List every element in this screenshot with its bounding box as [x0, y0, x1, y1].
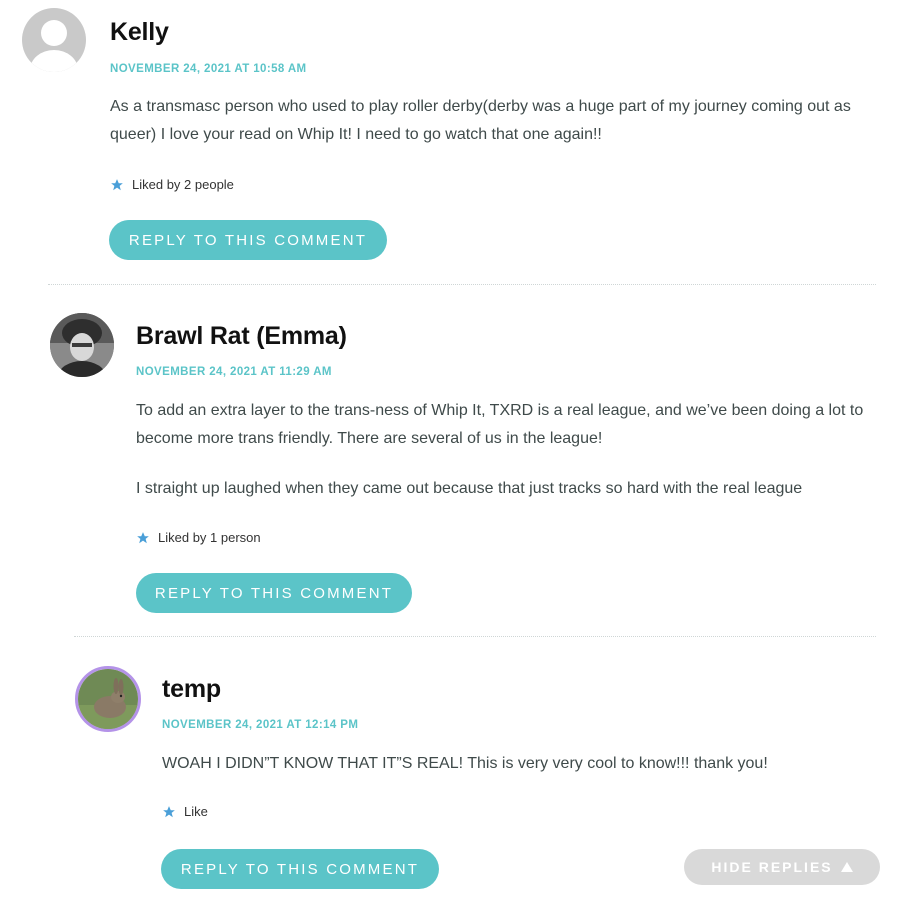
reply-button[interactable]: REPLY TO THIS COMMENT — [109, 220, 387, 260]
star-icon — [111, 178, 123, 190]
comment-text: As a transmasc person who used to play r… — [110, 98, 851, 143]
hide-replies-label: HIDE REPLIES — [711, 859, 833, 875]
user-photo-avatar[interactable] — [50, 313, 114, 377]
comment-date[interactable]: NOVEMBER 24, 2021 AT 10:58 AM — [110, 63, 307, 75]
reply-button[interactable]: REPLY TO THIS COMMENT — [136, 573, 412, 613]
reply-button[interactable]: REPLY TO THIS COMMENT — [161, 849, 439, 889]
default-avatar-icon[interactable] — [22, 8, 86, 72]
likes-info[interactable]: Liked by 2 people — [110, 177, 234, 192]
likes-label: Liked by 1 person — [158, 530, 261, 545]
rabbit-photo-avatar[interactable] — [75, 666, 141, 732]
comment-author[interactable]: Brawl Rat (Emma) — [136, 322, 347, 351]
triangle-up-icon — [840, 862, 853, 872]
hide-replies-button[interactable]: HIDE REPLIES — [684, 849, 880, 885]
comment-author[interactable]: Kelly — [110, 18, 169, 47]
star-icon — [137, 531, 149, 543]
comment-divider — [74, 636, 876, 637]
comment-text: WOAH I DIDN”T KNOW THAT IT”S REAL! This … — [162, 755, 768, 772]
comment-text: I straight up laughed when they came out… — [136, 480, 803, 497]
comment-divider — [48, 284, 876, 285]
comment-author[interactable]: temp — [162, 675, 221, 704]
star-icon — [163, 805, 175, 817]
comment-text: To add an extra layer to the trans-ness … — [136, 402, 864, 447]
comment-date[interactable]: NOVEMBER 24, 2021 AT 11:29 AM — [136, 366, 332, 378]
like-label: Like — [184, 804, 208, 819]
likes-label: Liked by 2 people — [132, 177, 234, 192]
like-control[interactable]: Like — [162, 804, 208, 819]
likes-info[interactable]: Liked by 1 person — [136, 530, 261, 545]
comment-date[interactable]: NOVEMBER 24, 2021 AT 12:14 PM — [162, 719, 358, 731]
